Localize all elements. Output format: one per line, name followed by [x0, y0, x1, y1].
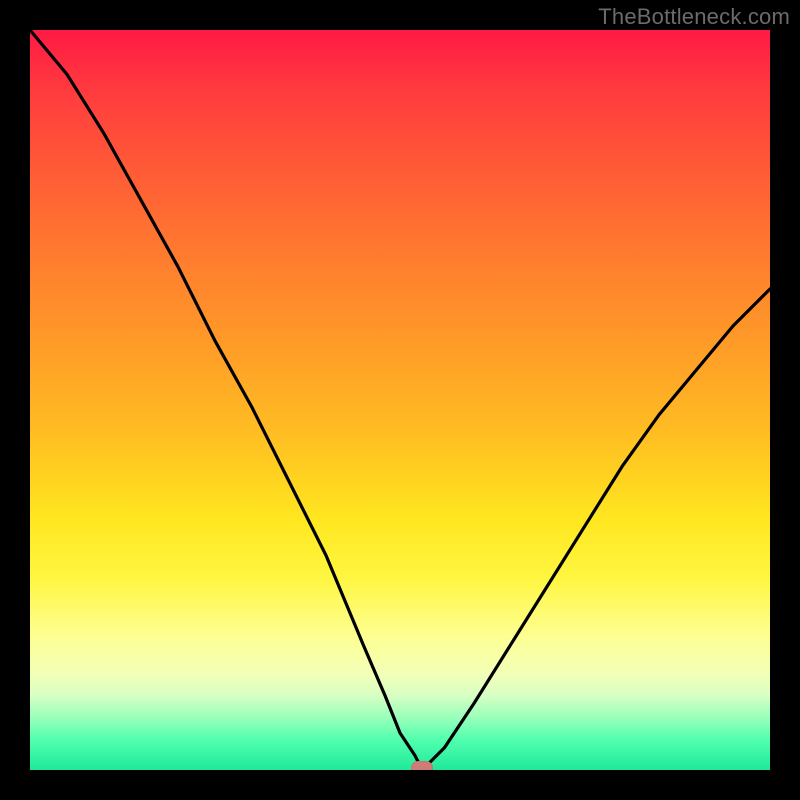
- chart-frame: TheBottleneck.com: [0, 0, 800, 800]
- optimum-marker: [411, 761, 433, 770]
- bottleneck-curve: [30, 30, 770, 770]
- plot-area: [30, 30, 770, 770]
- watermark-text: TheBottleneck.com: [598, 4, 790, 30]
